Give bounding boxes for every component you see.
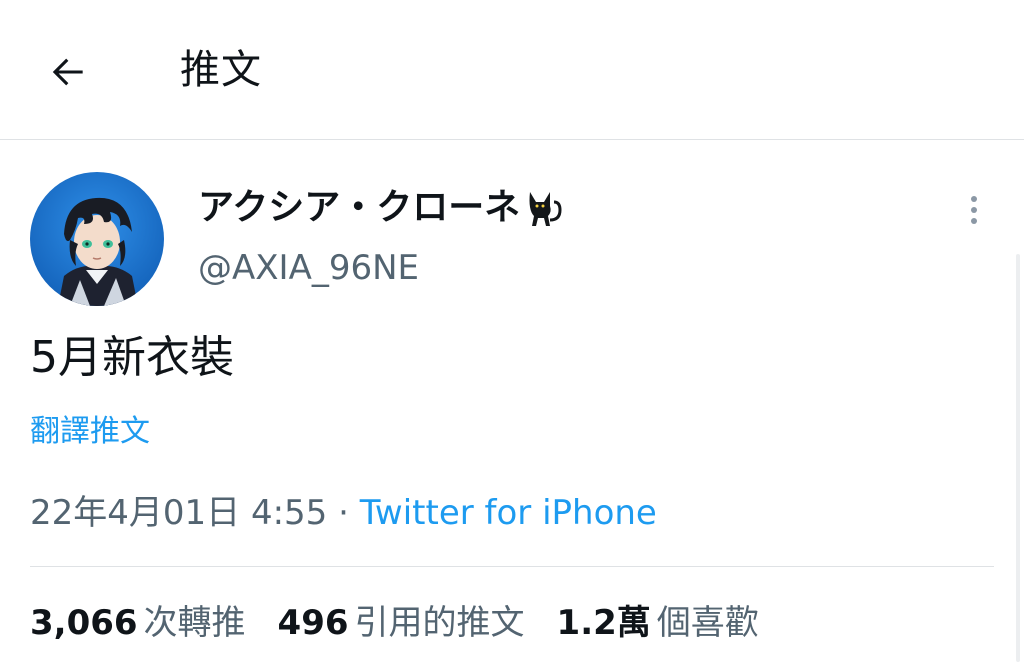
tweet-meta: 22年4月01日 4:55 · Twitter for iPhone (30, 488, 657, 538)
page-title: 推文 (180, 47, 262, 93)
author-handle[interactable]: @AXIA_96NE (198, 244, 419, 292)
display-name-text: アクシア・クローネ (198, 187, 521, 228)
top-bar: 推文 (0, 0, 1024, 140)
tweet-source-link[interactable]: Twitter for iPhone (360, 493, 657, 533)
retweets-label: 次轉推 (143, 603, 246, 643)
retweets-count: 3,066 (30, 603, 138, 643)
likes-stat[interactable]: 1.2萬 個喜歡 (557, 598, 759, 648)
tweet-timestamp[interactable]: 22年4月01日 4:55 (30, 493, 327, 533)
translate-tweet-link[interactable]: 翻譯推文 (30, 410, 150, 454)
tweet-stats: 3,066 次轉推 496 引用的推文 1.2萬 個喜歡 (30, 598, 791, 648)
quotes-label: 引用的推文 (354, 603, 525, 643)
back-button[interactable] (40, 44, 96, 100)
likes-label: 個喜歡 (656, 603, 759, 643)
avatar[interactable] (30, 172, 164, 306)
black-cat-icon (524, 186, 564, 230)
more-options-button[interactable] (956, 190, 992, 230)
quotes-count: 496 (277, 603, 349, 643)
retweets-stat[interactable]: 3,066 次轉推 (30, 598, 246, 648)
scrollbar[interactable] (1016, 254, 1020, 662)
likes-count: 1.2萬 (556, 603, 651, 643)
arrow-left-icon (52, 58, 83, 86)
quotes-stat[interactable]: 496 引用的推文 (278, 598, 525, 648)
avatar-image (30, 172, 164, 306)
divider (30, 566, 994, 567)
more-vertical-icon (971, 196, 977, 224)
author-display-name[interactable]: アクシア・クローネ (198, 184, 564, 232)
meta-separator: · (327, 493, 360, 533)
tweet-text: 5月新衣裝 (30, 332, 234, 383)
